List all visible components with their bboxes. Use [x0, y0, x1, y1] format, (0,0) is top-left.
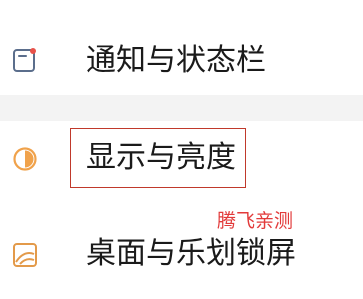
settings-item-desktop-lockscreen[interactable]: 桌面与乐划锁屏 [0, 229, 363, 299]
notification-status-bar-icon [12, 47, 38, 73]
settings-item-notifications[interactable]: 通知与状态栏 [0, 25, 363, 95]
settings-item-label: 通知与状态栏 [86, 43, 266, 78]
wallpaper-lockscreen-icon [12, 242, 38, 268]
section-divider [0, 95, 363, 121]
highlight-box [70, 128, 246, 188]
display-brightness-icon [12, 146, 38, 172]
settings-item-label: 桌面与乐划锁屏 [86, 236, 296, 271]
